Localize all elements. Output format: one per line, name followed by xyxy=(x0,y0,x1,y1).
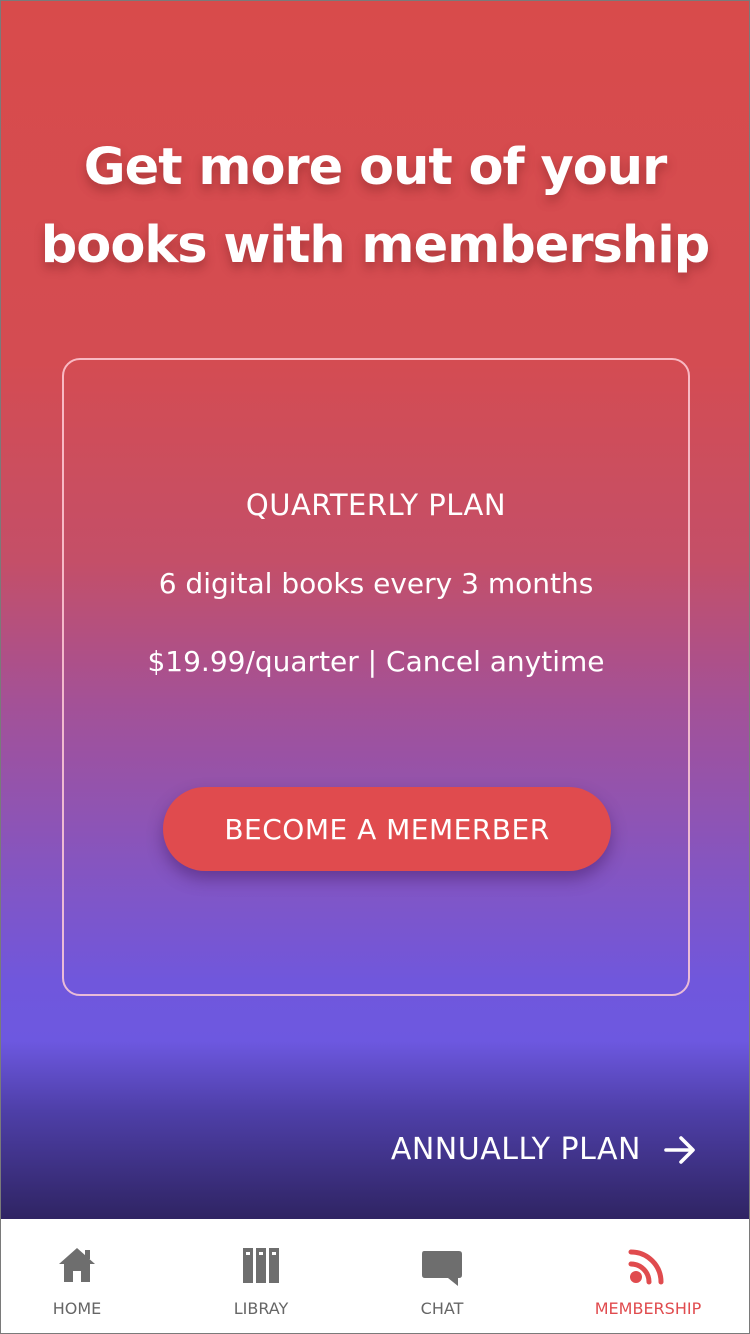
tab-chat-label: CHAT xyxy=(420,1299,464,1318)
plan-title: QUARTERLY PLAN xyxy=(245,488,507,522)
page-headline: Get more out of your books with membersh… xyxy=(1,129,749,285)
arrow-right-icon xyxy=(664,1136,695,1164)
membership-hero: Get more out of your books with membersh… xyxy=(1,1,749,1219)
plan-price: $19.99/quarter | Cancel anytime xyxy=(147,645,605,678)
tab-library-label: LIBRAY xyxy=(233,1299,289,1318)
bottom-tab-bar: HOME LIBRAY CHAT MEMBERSHIP xyxy=(1,1219,749,1333)
tab-home[interactable]: HOME xyxy=(17,1219,137,1333)
annually-plan-link[interactable]: ANNUALLY PLAN xyxy=(391,1125,697,1175)
become-member-button[interactable]: BECOME A MEMERBER xyxy=(163,787,611,871)
tab-library[interactable]: LIBRAY xyxy=(201,1219,321,1333)
annually-plan-label: ANNUALLY PLAN xyxy=(390,1132,641,1167)
tab-membership[interactable]: MEMBERSHIP xyxy=(578,1219,718,1333)
tab-chat[interactable]: CHAT xyxy=(382,1219,502,1333)
tab-membership-label: MEMBERSHIP xyxy=(594,1299,702,1318)
chat-icon xyxy=(422,1251,462,1286)
headline-line-1: Get more out of your xyxy=(83,138,667,197)
headline-line-2: books with membership xyxy=(40,216,710,275)
home-icon xyxy=(59,1248,95,1282)
tab-home-label: HOME xyxy=(52,1299,102,1318)
app-screen: Get more out of your books with membersh… xyxy=(0,0,750,1334)
rss-icon xyxy=(628,1249,664,1285)
library-icon xyxy=(243,1248,279,1283)
plan-description: 6 digital books every 3 months xyxy=(158,567,594,600)
